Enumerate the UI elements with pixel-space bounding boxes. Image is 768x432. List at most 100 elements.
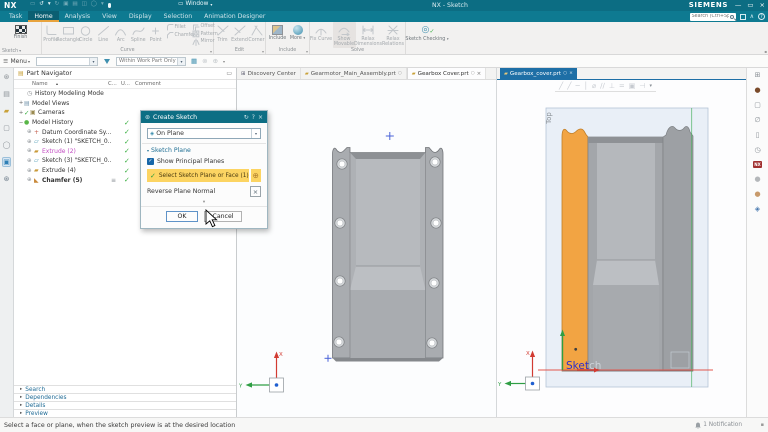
visibility-toggle-icon[interactable]: ⊕ [27,168,34,174]
sketch-type-dropdown[interactable]: ◈ On Plane ▾ [147,128,261,139]
show-movable-button[interactable]: Show Movable [332,22,356,48]
command-search[interactable] [689,12,736,21]
document-tab[interactable]: ⊞ ▰ Gearmotor_Main_Assembly.prt ○ × [301,68,407,79]
dialog-header[interactable]: ⊛ Create Sketch ↻ ? × [141,111,267,123]
tree-column-header[interactable]: Name ▴ C... U... Comment [14,80,236,89]
trim-button[interactable]: Trim [214,22,231,48]
tree-row[interactable]: + ⊕ ✓ ▤ Model Views ≡ ✓ [14,99,236,109]
dialog-launcher-icon[interactable]: ▾ [306,49,308,54]
fullscreen-icon[interactable] [739,13,746,20]
redo-list-caret-icon[interactable]: ▾ [101,1,104,7]
ribbon-tab[interactable]: Animation Designer [198,11,271,22]
ribbon-tab[interactable]: Selection [158,11,199,22]
constraint-navigator-icon[interactable]: ▤ [3,90,10,98]
extend-button[interactable]: Extend [231,22,248,48]
sketch-checking-button[interactable]: ◎ ✓ Sketch Checking ▾ [405,22,448,48]
visibility-toggle-icon[interactable]: ⊕ [27,158,34,164]
right-graphics-window[interactable]: ▰ Gearbox_cover.prt ○ × ╱ ╱ ─ │ ⌀ ∕∕ ⊥ = ▣ ⊣ ▾ Top [497,68,746,417]
sketch-plane-section-header[interactable]: ▾ Sketch Plane [141,144,267,156]
center-graphics-window[interactable]: ⊞ ▰ Discovery Center ○ × ⊞ ▰ Gearmotor_M… [237,68,497,417]
close-tab-icon[interactable]: × [569,71,573,76]
process-tools-icon[interactable]: ⊛ [4,175,10,183]
help-icon[interactable]: ? [252,114,255,121]
relax-dimensions-button[interactable]: Relax Dimensions [354,22,382,48]
dialog-launcher-icon[interactable]: ▾ [262,49,264,54]
select-plane-prompt[interactable]: ✓ Select Sketch Plane or Face (1) [147,169,249,182]
microphone-icon[interactable] [107,2,111,8]
3d-model-view[interactable]: X Y [237,80,496,405]
visibility-toggle-icon[interactable]: ⊕ [27,148,34,154]
chamfer-button[interactable]: Chamfer [165,31,195,39]
profile-button[interactable]: Profile [42,22,60,48]
minimize-button[interactable]: — [735,0,742,11]
document-tab[interactable]: ⊞ ▰ Gearbox Cover.prt ○ × [406,68,487,79]
help-icon[interactable]: ? [758,13,765,20]
snap-point-icon[interactable]: ⊕ [213,57,218,65]
pin-icon[interactable]: ○ [471,71,475,76]
close-button[interactable]: × [760,0,765,11]
pin-icon[interactable]: ○ [563,71,567,76]
repeat-icon[interactable]: ◯ [91,1,97,7]
dialog-launcher-icon[interactable]: ▾ [210,49,212,54]
reset-icon[interactable]: ↻ [244,114,249,121]
cylinder-icon[interactable]: ▯ [756,131,760,139]
corner-button[interactable]: Corner [248,22,265,48]
reverse-normal-button[interactable]: × [250,185,261,197]
redo-icon[interactable]: ↻ [55,1,60,7]
window-tab-active[interactable]: ▰ Gearbox_cover.prt ○ × [500,68,577,79]
close-icon[interactable]: × [258,114,263,121]
plane-select-icon[interactable]: ⊕ [250,169,261,182]
close-tab-icon[interactable]: × [477,71,482,77]
copy-icon[interactable]: ▤ [72,1,77,7]
select-from-list-icon[interactable]: ▦ [191,57,197,65]
selected-face[interactable] [561,128,589,372]
search-input[interactable] [691,14,729,19]
include-button[interactable]: Include [268,22,288,48]
fix-curve-button[interactable]: Fix Curve [310,22,333,48]
visibility-toggle-icon[interactable]: ⊕ [27,129,34,135]
nx-badge-icon[interactable]: NX [752,161,763,168]
hand-icon[interactable]: ● [754,190,760,198]
window-menu[interactable]: ▭ Window ▾ [178,1,212,7]
navigator-section-header[interactable]: ▸ Search [14,385,236,393]
circle-button[interactable]: Circle [77,22,95,48]
material-icon[interactable]: ● [754,86,760,94]
point-button[interactable]: Point [147,22,165,48]
navigator-section-header[interactable]: ▸ Preview [14,409,236,417]
snap-point-icon[interactable]: ⊚ [202,57,207,65]
hide-icon[interactable]: ∅ [754,116,760,124]
status-options-icon[interactable]: ▪ [761,422,764,428]
ribbon-tab[interactable]: Display [123,11,158,22]
hd3d-tools-icon[interactable]: ◯ [3,141,11,149]
visibility-toggle-icon[interactable]: ⊕ [27,177,34,183]
undo-icon[interactable]: ↺ [39,1,44,7]
web-browser-icon[interactable]: ▣ [2,157,11,167]
navigator-section-header[interactable]: ▸ Dependencies [14,393,236,401]
selection-filter-icon[interactable] [103,58,110,64]
rectangle-button[interactable]: Rectangle [56,22,80,48]
part-right-rail[interactable] [662,126,694,372]
minimize-ribbon-icon[interactable]: ∧ [750,13,754,20]
relax-relations-button[interactable]: Relax Relations [381,22,406,48]
cut-icon[interactable]: ▣ [63,1,68,7]
more-button[interactable]: More ▾ [288,22,308,48]
collapse-panel-icon[interactable]: ▭ [226,70,232,77]
new-part-icon[interactable]: ◈ [755,205,760,213]
arc-button[interactable]: Arc [112,22,130,48]
sketch-plane-view[interactable]: Top Sketch X Y [497,80,745,405]
notification-button[interactable]: 1 Notification [695,422,742,429]
sphere-icon[interactable]: ● [754,175,760,183]
part-navigator-icon[interactable]: ▰ [4,107,9,115]
restore-button[interactable]: ▭ [747,0,753,11]
ribbon-tab[interactable]: Analysis [59,11,97,22]
spline-button[interactable]: Spline [130,22,148,48]
show-principal-planes-checkbox[interactable]: ✓ Show Principal Planes [141,156,267,167]
selection-type-filter[interactable]: ▾ [35,56,98,66]
visibility-toggle-icon[interactable]: ⊕ [27,139,34,145]
line-button[interactable]: Line [95,22,113,48]
ribbon-tab[interactable]: Task [3,11,28,22]
reuse-library-icon[interactable]: ▢ [3,124,10,132]
menu-button[interactable]: Menu [10,58,26,65]
paste-icon[interactable]: ◫ [82,1,87,7]
ribbon-overflow-icon[interactable]: ▪ [764,49,767,54]
